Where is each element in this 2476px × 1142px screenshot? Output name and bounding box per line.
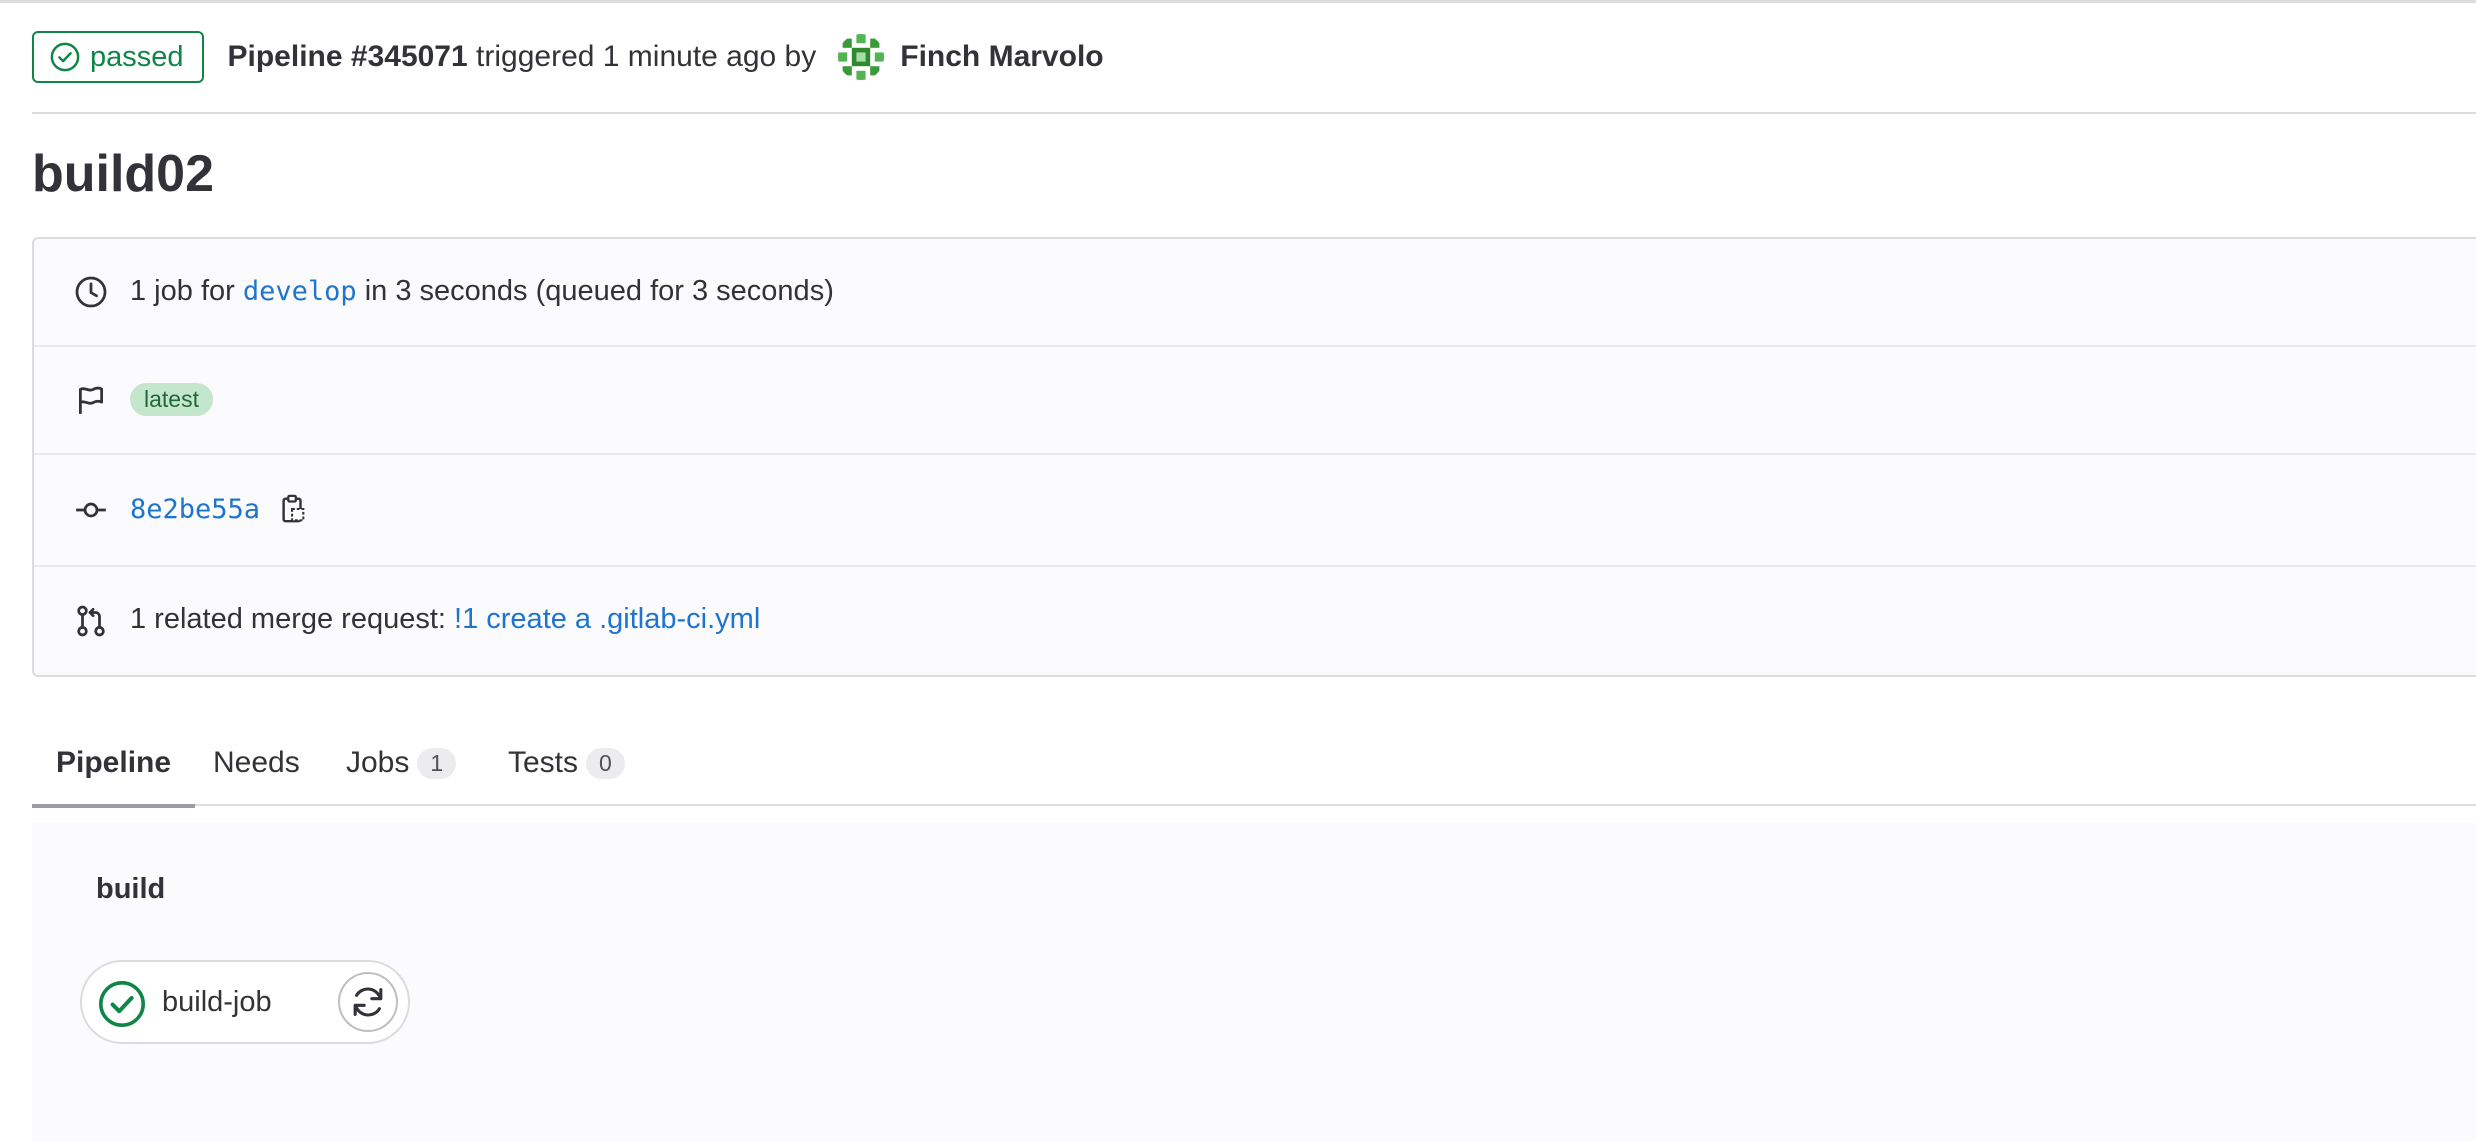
pipeline-graph: build build-job — [32, 823, 2476, 1142]
commit-row: 8e2be55a — [34, 455, 2476, 567]
check-circle-icon — [98, 980, 146, 1028]
tests-count-badge: 0 — [586, 747, 625, 779]
clipboard-icon — [282, 494, 305, 523]
retry-button[interactable] — [338, 972, 398, 1032]
stage-name: build — [96, 873, 166, 905]
status-badge[interactable]: passed — [32, 31, 204, 83]
top-divider — [0, 0, 2476, 3]
branch-link[interactable]: develop — [243, 276, 357, 307]
jobs-suffix: in 3 seconds (queued for 3 seconds) — [364, 275, 834, 307]
tab-tests[interactable]: Tests 0 — [508, 720, 625, 806]
copy-sha-button[interactable] — [276, 492, 310, 526]
latest-badge: latest — [130, 383, 213, 416]
avatar[interactable] — [838, 34, 885, 80]
status-label: passed — [90, 40, 184, 73]
merge-request-link[interactable]: !1 create a .gitlab-ci.yml — [454, 603, 760, 636]
commit-icon — [74, 493, 108, 527]
page-title: build02 — [32, 145, 215, 203]
pipeline-info-box: 1 job for develop in 3 seconds (queued f… — [32, 237, 2476, 677]
tab-label: Needs — [213, 746, 300, 779]
retry-icon — [353, 987, 383, 1017]
author-name[interactable]: Finch Marvolo — [900, 40, 1103, 74]
pipeline-id: Pipeline #345071 — [227, 40, 468, 73]
flag-icon — [74, 383, 108, 417]
pipeline-summary: Pipeline #345071 triggered 1 minute ago … — [228, 40, 817, 74]
jobs-prefix: 1 job for — [130, 275, 235, 307]
tab-pipeline[interactable]: Pipeline — [32, 720, 196, 808]
pipeline-tabs: Pipeline Needs Jobs 1 Tests 0 — [32, 720, 2476, 808]
tab-label: Tests — [508, 746, 579, 779]
triggered-text: triggered 1 minute ago by — [476, 40, 817, 73]
merge-request-icon — [74, 604, 108, 638]
tab-needs[interactable]: Needs — [213, 720, 300, 806]
tab-label: Pipeline — [56, 746, 172, 779]
mr-prefix: 1 related merge request: — [130, 603, 446, 635]
job-item[interactable]: build-job — [80, 960, 410, 1044]
job-name: build-job — [162, 985, 272, 1018]
duration-row: 1 job for develop in 3 seconds (queued f… — [34, 239, 2476, 347]
tab-label: Jobs — [346, 746, 410, 779]
jobs-count-badge: 1 — [417, 747, 457, 779]
clock-icon — [74, 275, 108, 309]
check-circle-icon — [50, 42, 80, 72]
header-divider — [32, 112, 2476, 114]
ref-row: latest — [34, 347, 2476, 455]
commit-sha-link[interactable]: 8e2be55a — [130, 494, 260, 525]
merge-request-row: 1 related merge request: !1 create a .gi… — [34, 567, 2476, 675]
tab-jobs[interactable]: Jobs 1 — [346, 720, 457, 806]
pipeline-header: passed Pipeline #345071 triggered 1 minu… — [32, 31, 1104, 83]
